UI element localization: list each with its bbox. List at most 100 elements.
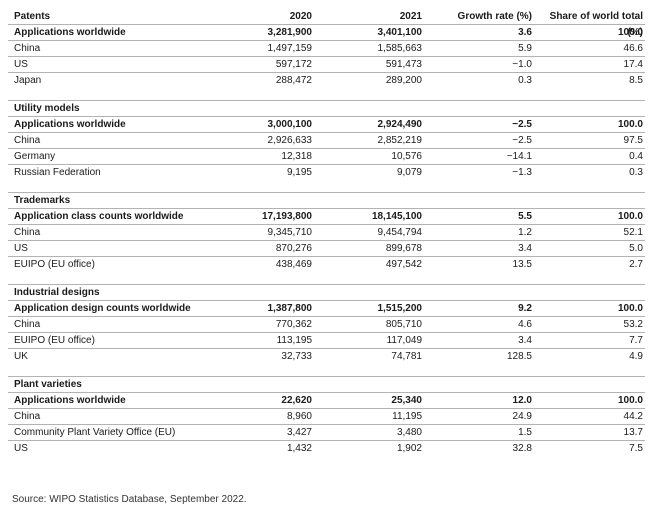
section-title: Plant varieties bbox=[14, 379, 82, 390]
cell-share-world: 17.4 bbox=[623, 59, 643, 70]
cell-category: US bbox=[14, 443, 28, 454]
cell-category: Applications worldwide bbox=[14, 27, 126, 38]
cell-share-world: 97.5 bbox=[623, 135, 643, 146]
cell-share-world: 13.7 bbox=[623, 427, 643, 438]
section-title-row: Plant varieties bbox=[8, 377, 645, 393]
cell-share-world: 2.7 bbox=[629, 259, 643, 270]
cell-category: US bbox=[14, 243, 28, 254]
cell-growth-rate: 0.3 bbox=[518, 75, 532, 86]
cell-growth-rate: −2.5 bbox=[512, 119, 532, 130]
cell-growth-rate: 3.6 bbox=[518, 27, 532, 38]
cell-growth-rate: 4.6 bbox=[518, 319, 532, 330]
cell-value-2021: 1,515,200 bbox=[377, 303, 423, 314]
header-growth-rate: Growth rate (%) bbox=[457, 11, 532, 22]
table-row: US 870,276 899,678 3.4 5.0 bbox=[8, 241, 645, 257]
cell-value-2020: 288,472 bbox=[275, 75, 312, 86]
section-gap bbox=[8, 89, 645, 101]
section-title: Industrial designs bbox=[14, 287, 100, 298]
cell-share-world: 100.0 bbox=[617, 119, 643, 130]
cell-category: China bbox=[14, 411, 41, 422]
section-gap bbox=[8, 273, 645, 285]
cell-value-2021: 3,480 bbox=[396, 427, 422, 438]
table-row: China 9,345,710 9,454,794 1.2 52.1 bbox=[8, 225, 645, 241]
cell-value-2021: 2,924,490 bbox=[377, 119, 423, 130]
cell-growth-rate: 12.0 bbox=[512, 395, 532, 406]
cell-value-2020: 597,172 bbox=[275, 59, 312, 70]
section-gap bbox=[8, 365, 645, 377]
source-note: Source: WIPO Statistics Database, Septem… bbox=[12, 494, 247, 505]
cell-share-world: 8.5 bbox=[629, 75, 643, 86]
cell-growth-rate: 3.4 bbox=[518, 243, 532, 254]
cell-share-world: 100.0 bbox=[617, 395, 643, 406]
cell-value-2020: 1,432 bbox=[286, 443, 312, 454]
cell-share-world: 100.0 bbox=[617, 211, 643, 222]
cell-value-2021: 2,852,219 bbox=[377, 135, 423, 146]
cell-growth-rate: −14.1 bbox=[506, 151, 532, 162]
cell-share-world: 53.2 bbox=[623, 319, 643, 330]
cell-value-2020: 1,387,800 bbox=[267, 303, 313, 314]
cell-value-2021: 10,576 bbox=[391, 151, 422, 162]
cell-growth-rate: 24.9 bbox=[512, 411, 532, 422]
cell-value-2021: 289,200 bbox=[385, 75, 422, 86]
cell-value-2021: 18,145,100 bbox=[371, 211, 422, 222]
table-row: US 1,432 1,902 32.8 7.5 bbox=[8, 441, 645, 457]
cell-value-2021: 117,049 bbox=[386, 335, 422, 346]
header-share-world: Share of world total (%) bbox=[549, 11, 643, 38]
cell-share-world: 44.2 bbox=[623, 411, 643, 422]
table-total-row: Applications worldwide 3,281,900 3,401,100… bbox=[8, 25, 645, 41]
table-row: Japan 288,472 289,200 0.3 8.5 bbox=[8, 73, 645, 89]
table-row: Community Plant Variety Office (EU) 3,427… bbox=[8, 425, 645, 441]
cell-category: Community Plant Variety Office (EU) bbox=[14, 427, 176, 438]
cell-category: EUIPO (EU office) bbox=[14, 259, 95, 270]
cell-value-2020: 3,000,100 bbox=[267, 119, 313, 130]
cell-growth-rate: 1.2 bbox=[518, 227, 532, 238]
cell-category: EUIPO (EU office) bbox=[14, 335, 95, 346]
cell-category: Application design counts worldwide bbox=[14, 303, 191, 314]
cell-value-2021: 74,781 bbox=[391, 351, 422, 362]
cell-growth-rate: −2.5 bbox=[512, 135, 532, 146]
cell-value-2020: 113,195 bbox=[276, 335, 312, 346]
cell-value-2020: 32,733 bbox=[281, 351, 312, 362]
cell-share-world: 0.3 bbox=[629, 167, 643, 178]
cell-value-2021: 1,585,663 bbox=[377, 43, 423, 54]
header-category: Patents bbox=[14, 11, 51, 22]
cell-value-2020: 870,276 bbox=[275, 243, 312, 254]
cell-value-2020: 8,960 bbox=[286, 411, 312, 422]
cell-growth-rate: 128.5 bbox=[506, 351, 532, 362]
cell-share-world: 5.0 bbox=[629, 243, 643, 254]
cell-value-2020: 438,469 bbox=[275, 259, 312, 270]
cell-share-world: 7.7 bbox=[629, 335, 643, 346]
table-row: EUIPO (EU office) 113,195 117,049 3.4 7.7 bbox=[8, 333, 645, 349]
cell-share-world: 7.5 bbox=[629, 443, 643, 454]
cell-category: Germany bbox=[14, 151, 56, 162]
table-total-row: Application design counts worldwide 1,387… bbox=[8, 301, 645, 317]
table-row: China 8,960 11,195 24.9 44.2 bbox=[8, 409, 645, 425]
cell-growth-rate: 9.2 bbox=[518, 303, 532, 314]
cell-value-2020: 22,620 bbox=[281, 395, 312, 406]
cell-growth-rate: −1.3 bbox=[512, 167, 532, 178]
cell-value-2021: 497,542 bbox=[385, 259, 422, 270]
cell-value-2020: 2,926,633 bbox=[267, 135, 313, 146]
section-title-row: Trademarks bbox=[8, 193, 645, 209]
cell-growth-rate: 5.9 bbox=[518, 43, 532, 54]
section-title-row: Industrial designs bbox=[8, 285, 645, 301]
cell-share-world: 52.1 bbox=[623, 227, 643, 238]
cell-value-2021: 9,454,794 bbox=[377, 227, 423, 238]
cell-category: Application class counts worldwide bbox=[14, 211, 184, 222]
cell-share-world: 0.4 bbox=[629, 151, 643, 162]
cell-value-2020: 17,193,800 bbox=[261, 211, 312, 222]
cell-category: Applications worldwide bbox=[14, 119, 126, 130]
table-total-row: Applications worldwide 3,000,100 2,924,490… bbox=[8, 117, 645, 133]
section-gap bbox=[8, 181, 645, 193]
cell-growth-rate: 5.5 bbox=[518, 211, 532, 222]
section-title-row: Utility models bbox=[8, 101, 645, 117]
table-row: US 597,172 591,473 −1.0 17.4 bbox=[8, 57, 645, 73]
table-row: Germany 12,318 10,576 −14.1 0.4 bbox=[8, 149, 645, 165]
cell-value-2021: 25,340 bbox=[391, 395, 422, 406]
table-row: Russian Federation 9,195 9,079 −1.3 0.3 bbox=[8, 165, 645, 181]
cell-value-2020: 3,281,900 bbox=[267, 27, 313, 38]
cell-value-2020: 9,345,710 bbox=[267, 227, 313, 238]
cell-growth-rate: −1.0 bbox=[512, 59, 532, 70]
table-total-row: Application class counts worldwide 17,193… bbox=[8, 209, 645, 225]
cell-value-2021: 1,902 bbox=[396, 443, 422, 454]
